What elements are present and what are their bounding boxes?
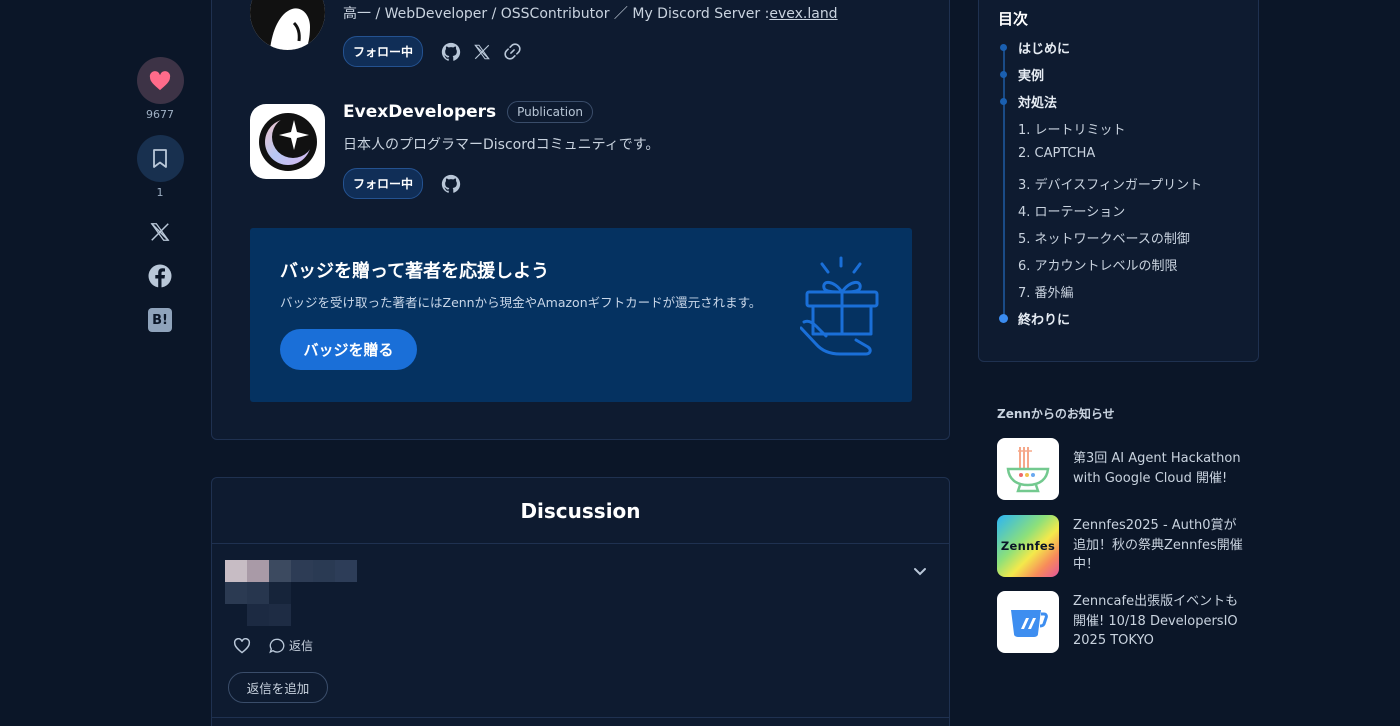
toc-item[interactable]: 終わりに — [1018, 309, 1070, 328]
toc-marker — [1000, 98, 1007, 106]
bookmark-button[interactable] — [136, 135, 184, 182]
badge-panel-description: バッジを受け取った著者にはZennから現金やAmazonギフトカードが還元されま… — [280, 295, 762, 310]
github-link[interactable] — [441, 174, 461, 194]
toc-item[interactable]: 3. デバイスフィンガープリント — [1018, 174, 1202, 193]
discussion-section: Discussion 返信 返信を追加 — [211, 477, 950, 726]
bookmark-count: 1 — [156, 186, 164, 199]
website-link[interactable] — [503, 42, 522, 61]
news-text: Zennfes2025 - Auth0賞が追加！秋の祭典Zennfes開催中！ — [1073, 518, 1243, 572]
divider — [212, 717, 949, 718]
toc-item[interactable]: 1. レートリミット — [1018, 119, 1126, 138]
badge-panel: バッジを贈って著者を応援しよう バッジを受け取った著者にはZennから現金やAm… — [250, 228, 912, 402]
toc-marker — [999, 314, 1008, 323]
toc-item[interactable]: 2. CAPTCHA — [1018, 146, 1095, 161]
share-x-button[interactable] — [147, 219, 173, 245]
news-thumbnail — [997, 591, 1059, 653]
toc-item[interactable]: 対処法 — [1018, 92, 1057, 111]
publication-name[interactable]: EvexDevelopers — [343, 102, 496, 122]
author-profile: 高一 / WebDeveloper / OSSContributor ／ My … — [250, 0, 838, 67]
news-thumbnail: Zennfes — [997, 515, 1059, 577]
news-text: 第3回 AI Agent Hackathon with Google Cloud… — [1073, 451, 1241, 486]
reply-button[interactable]: 返信 — [269, 637, 313, 654]
share-facebook-button[interactable] — [147, 263, 173, 289]
toc-marker — [1000, 44, 1007, 51]
toc-item[interactable]: 4. ローテーション — [1018, 201, 1125, 220]
ramen-icon — [1006, 447, 1050, 493]
publication-avatar[interactable] — [250, 104, 325, 179]
facebook-icon — [148, 264, 172, 288]
follow-button[interactable]: フォロー中 — [343, 168, 424, 199]
toc-rail — [1003, 48, 1005, 320]
action-rail: 9677 1 B! — [136, 57, 184, 333]
follow-button[interactable]: フォロー中 — [343, 36, 424, 67]
zenncafe-cup-icon — [1011, 610, 1048, 637]
author-avatar[interactable] — [250, 0, 325, 50]
reply-label: 返信 — [289, 639, 314, 653]
like-button[interactable] — [136, 57, 184, 104]
like-count: 9677 — [146, 108, 174, 121]
publication-badge: Publication — [507, 101, 594, 123]
news-thumbnail — [997, 438, 1059, 500]
toc-title: 目次 — [998, 10, 1029, 28]
toc-item[interactable]: はじめに — [1018, 38, 1070, 57]
x-link[interactable] — [473, 43, 491, 61]
publication-profile: EvexDevelopers Publication 日本人のプログラマーDis… — [250, 101, 660, 199]
share-hatena-button[interactable]: B! — [147, 307, 173, 333]
news-item[interactable]: 第3回 AI Agent Hackathon with Google Cloud… — [997, 438, 1248, 500]
author-website-link[interactable]: evex.land — [769, 6, 837, 22]
toc-item[interactable]: 5. ネットワークベースの制御 — [1018, 228, 1190, 247]
add-reply-button[interactable]: 返信を追加 — [228, 672, 328, 703]
news-text: Zenncafe出張版イベントも開催! 10/18 DevelopersIO 2… — [1073, 594, 1239, 648]
heart-icon — [149, 70, 171, 90]
toc-marker — [1000, 71, 1007, 79]
like-comment-icon[interactable] — [233, 637, 251, 654]
author-bio: 高一 / WebDeveloper / OSSContributor ／ My … — [343, 6, 838, 22]
toc-item[interactable]: 実例 — [1018, 65, 1044, 84]
commenter-avatar-blurred — [225, 560, 357, 626]
gift-icon — [800, 256, 879, 356]
news-item[interactable]: Zenncafe出張版イベントも開催! 10/18 DevelopersIO 2… — [997, 591, 1248, 653]
table-of-contents: 目次 はじめに実例対処法 1. レートリミット 2. CAPTCHA 3. デバイスフ… — [978, 0, 1259, 362]
give-badge-button[interactable]: バッジを贈る — [280, 329, 417, 370]
x-icon — [474, 44, 490, 59]
badge-panel-title: バッジを贈って著者を応援しよう — [280, 261, 550, 282]
discussion-title: Discussion — [212, 478, 949, 544]
author-card: 高一 / WebDeveloper / OSSContributor ／ My … — [211, 0, 950, 440]
link-icon — [504, 43, 521, 60]
github-icon — [441, 174, 461, 193]
toc-item[interactable]: 7. 番外編 — [1018, 282, 1074, 301]
news-heading: Zennからのお知らせ — [997, 407, 1115, 421]
zennfes-logo: Zennfes — [1000, 539, 1056, 553]
github-link[interactable] — [441, 42, 461, 62]
toc-item[interactable]: 6. アカウントレベルの制限 — [1018, 255, 1178, 274]
publication-bio: 日本人のプログラマーDiscordコミュニティです。 — [343, 137, 660, 153]
x-icon — [150, 223, 170, 241]
github-icon — [441, 42, 461, 61]
comment-icon — [269, 638, 285, 653]
bookmark-icon — [153, 149, 167, 168]
hatena-icon: B! — [148, 308, 172, 332]
news-item[interactable]: Zennfes Zennfes2025 - Auth0賞が追加！秋の祭典Zenn… — [997, 515, 1248, 577]
chevron-down-icon[interactable] — [913, 567, 927, 577]
